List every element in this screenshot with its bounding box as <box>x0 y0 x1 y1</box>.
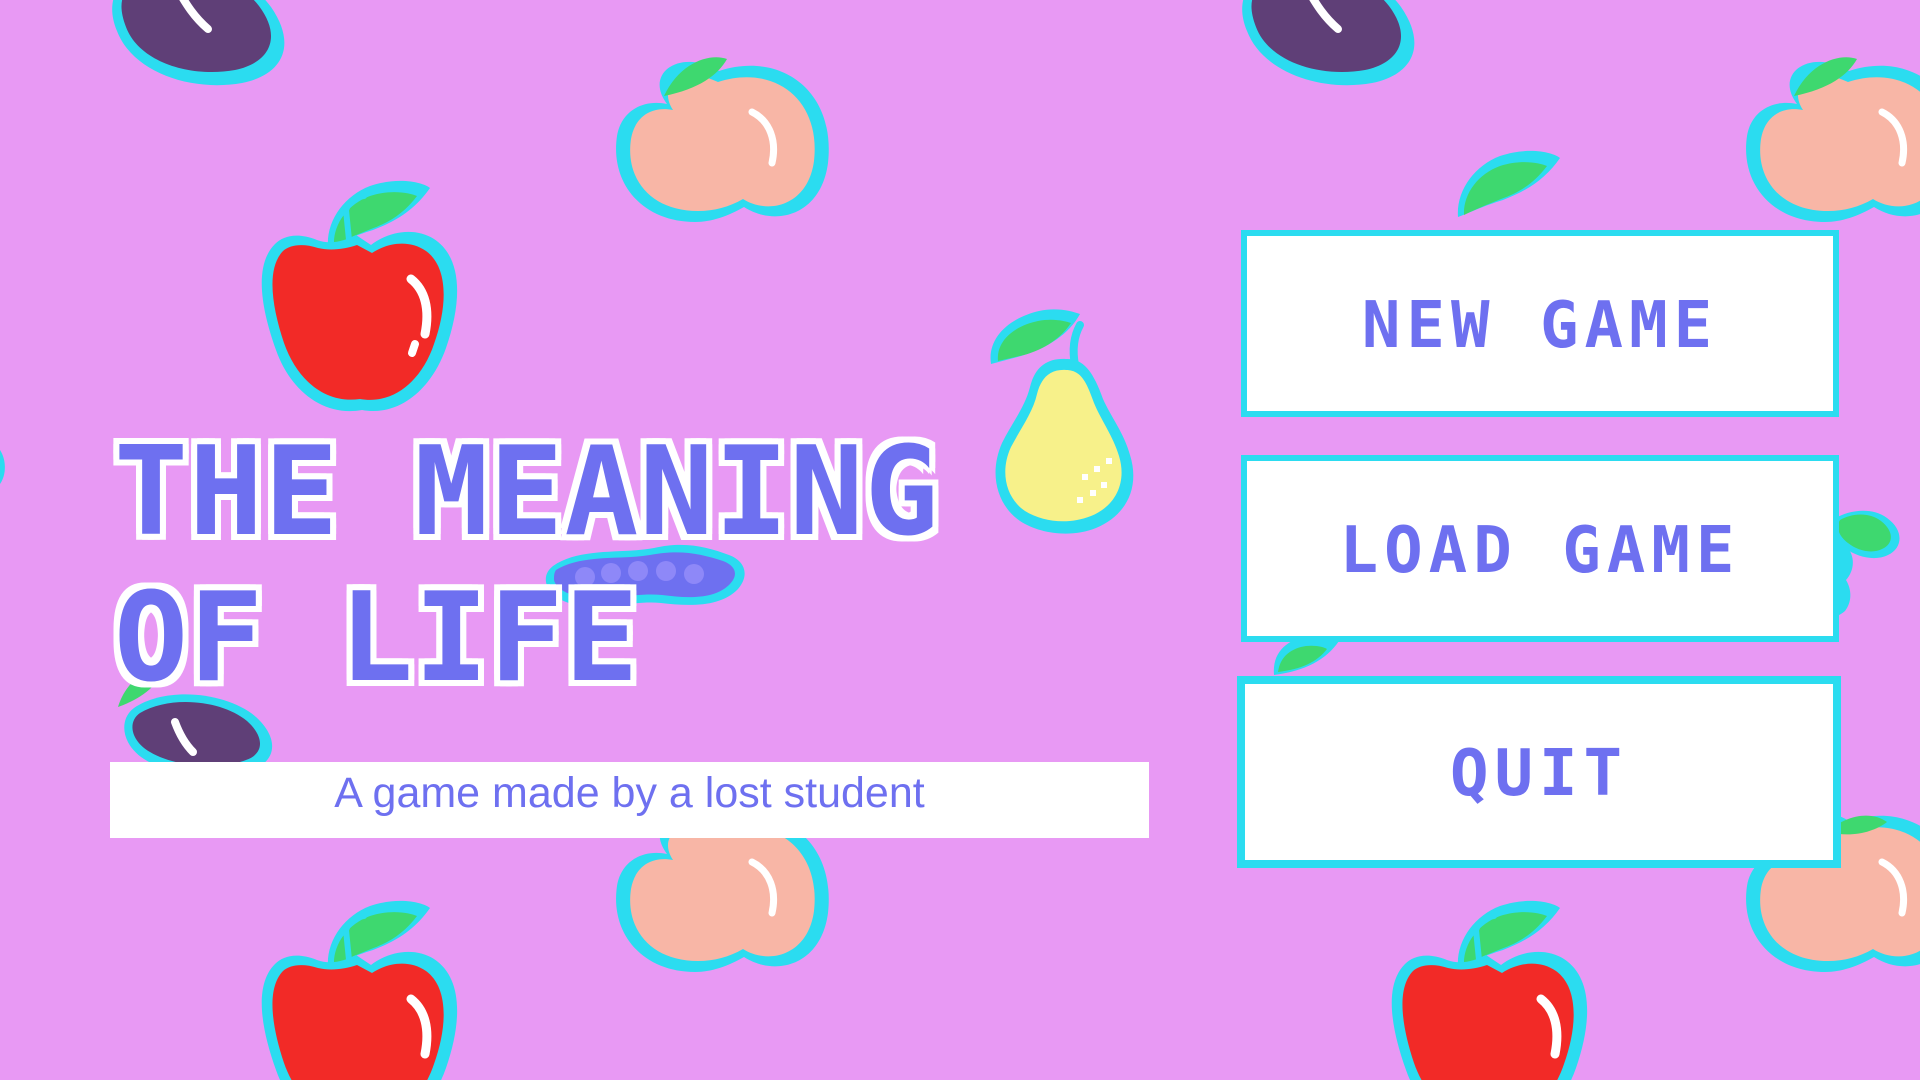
load-game-button[interactable]: LOAD GAME <box>1241 455 1839 642</box>
peach-icon <box>1746 57 1920 222</box>
pear-icon <box>0 450 5 484</box>
subtitle-text: A game made by a lost student <box>334 768 925 817</box>
apple-icon <box>261 900 458 1080</box>
quit-label: QUIT <box>1449 737 1629 811</box>
apple-icon <box>1457 150 1560 217</box>
game-title-line-2: OF LIFE <box>112 565 641 713</box>
game-title-line-1: THE MEANING <box>112 419 942 567</box>
plum-icon <box>1242 0 1415 86</box>
subtitle-banner: A game made by a lost student <box>110 762 1149 838</box>
new-game-label: NEW GAME <box>1361 288 1719 363</box>
game-title: THE MEANING OF LIFE <box>112 419 1064 713</box>
peach-icon <box>616 57 829 222</box>
apple-icon <box>1391 900 1588 1080</box>
game-title-screen: THE MEANING OF LIFE A game made by a los… <box>0 0 1920 1080</box>
new-game-button[interactable]: NEW GAME <box>1241 230 1839 417</box>
load-game-label: LOAD GAME <box>1339 513 1741 588</box>
plum-icon <box>112 0 285 86</box>
apple-icon <box>261 180 458 412</box>
quit-button[interactable]: QUIT <box>1237 676 1841 868</box>
